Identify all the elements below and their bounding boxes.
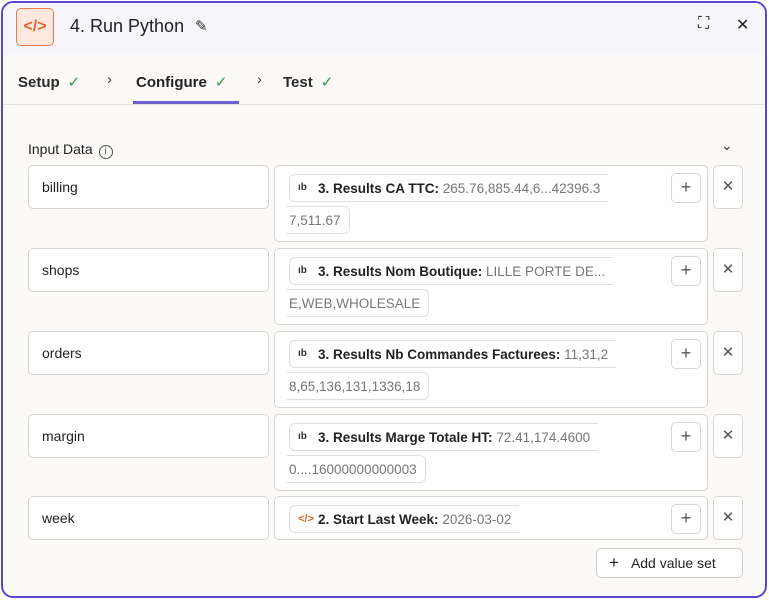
code-icon: </> bbox=[16, 8, 54, 46]
pill-step-label: 2. Start Last Week: bbox=[318, 512, 439, 527]
input-value-field[interactable]: ıb 3. Results Nb Commandes Facturees: 11… bbox=[274, 331, 708, 408]
input-key-field[interactable]: shops bbox=[28, 248, 269, 292]
mapped-field-pill[interactable]: </> 2. Start Last Week: 2026-03-02 bbox=[289, 505, 520, 533]
input-value-field[interactable]: ıb 3. Results Marge Totale HT: 72.41,174… bbox=[274, 414, 708, 491]
panel-header: </> 4. Run Python ✎ ⛶ ✕ bbox=[3, 3, 765, 55]
insert-data-button[interactable]: + bbox=[671, 256, 701, 286]
input-value-field[interactable]: ıb 3. Results Nom Boutique: LILLE PORTE … bbox=[274, 248, 708, 325]
close-icon[interactable]: ✕ bbox=[736, 15, 749, 35]
remove-row-button[interactable]: ✕ bbox=[713, 165, 743, 209]
input-value-field[interactable]: ıb 3. Results CA TTC: 265.76,885.44,6...… bbox=[274, 165, 708, 242]
chevron-down-icon[interactable]: ⌄ bbox=[721, 137, 733, 154]
pill-step-label: 3. Results Marge Totale HT: bbox=[318, 430, 493, 445]
mapped-field-pill[interactable]: ıb 3. Results CA TTC: 265.76,885.44,6...… bbox=[289, 174, 609, 202]
formatter-icon: ıb bbox=[298, 431, 307, 442]
pill-value: 11,31,2 bbox=[564, 347, 609, 362]
insert-data-button[interactable]: + bbox=[671, 339, 701, 369]
input-data-label: Input Data i bbox=[28, 141, 113, 159]
pill-value: 265.76,885.44,6...42396.3 bbox=[442, 181, 601, 196]
plus-icon: + bbox=[609, 553, 619, 572]
add-value-set-button[interactable]: + Add value set bbox=[596, 548, 743, 578]
mapped-field-pill-continued[interactable]: 8,65,136,131,1336,18 bbox=[287, 372, 430, 400]
insert-data-button[interactable]: + bbox=[671, 422, 701, 452]
input-key-field[interactable]: billing bbox=[28, 165, 269, 209]
pill-value: 72.41,174.4600 bbox=[496, 430, 591, 445]
remove-row-button[interactable]: ✕ bbox=[713, 496, 743, 540]
chevron-right-icon: › bbox=[257, 71, 262, 88]
insert-data-button[interactable]: + bbox=[671, 504, 701, 534]
input-key-field[interactable]: margin bbox=[28, 414, 269, 458]
check-icon: ✓ bbox=[67, 74, 81, 91]
input-key-field[interactable]: orders bbox=[28, 331, 269, 375]
formatter-icon: ıb bbox=[298, 348, 307, 359]
tab-test[interactable]: Test ✓ bbox=[283, 73, 333, 91]
mapped-field-pill-continued[interactable]: E,WEB,WHOLESALE bbox=[287, 289, 430, 317]
formatter-icon: ıb bbox=[298, 265, 307, 276]
step-title: 4. Run Python bbox=[70, 16, 185, 36]
mapped-field-pill[interactable]: ıb 3. Results Nb Commandes Facturees: 11… bbox=[289, 340, 617, 368]
pill-step-label: 3. Results Nom Boutique: bbox=[318, 264, 483, 279]
check-icon: ✓ bbox=[320, 74, 334, 91]
step-tabs: Setup ✓ › Configure ✓ › Test ✓ bbox=[3, 55, 765, 105]
mapped-field-pill[interactable]: ıb 3. Results Nom Boutique: LILLE PORTE … bbox=[289, 257, 614, 285]
check-icon: ✓ bbox=[214, 74, 228, 91]
run-python-panel: </> 4. Run Python ✎ ⛶ ✕ Setup ✓ › Configu… bbox=[1, 1, 767, 598]
remove-row-button[interactable]: ✕ bbox=[713, 331, 743, 375]
pill-value: LILLE PORTE DE... bbox=[486, 264, 606, 279]
insert-data-button[interactable]: + bbox=[671, 173, 701, 203]
mapped-field-pill-continued[interactable]: 0....16000000000003 bbox=[287, 455, 426, 483]
expand-icon[interactable]: ⛶ bbox=[698, 15, 709, 33]
tab-setup[interactable]: Setup ✓ bbox=[18, 73, 80, 91]
mapped-field-pill[interactable]: ıb 3. Results Marge Totale HT: 72.41,174… bbox=[289, 423, 599, 451]
mapped-field-pill-continued[interactable]: 7,511.67 bbox=[287, 206, 350, 234]
code-icon: </> bbox=[298, 513, 314, 525]
input-key-field[interactable]: week bbox=[28, 496, 269, 540]
active-tab-indicator bbox=[133, 101, 239, 104]
chevron-right-icon: › bbox=[107, 71, 112, 88]
formatter-icon: ıb bbox=[298, 182, 307, 193]
input-value-field[interactable]: </> 2. Start Last Week: 2026-03-02 + bbox=[274, 496, 708, 540]
info-icon[interactable]: i bbox=[98, 145, 113, 159]
edit-title-pencil-icon[interactable]: ✎ bbox=[195, 17, 208, 35]
pill-value: 2026-03-02 bbox=[442, 512, 512, 527]
pill-step-label: 3. Results CA TTC: bbox=[318, 181, 440, 196]
remove-row-button[interactable]: ✕ bbox=[713, 248, 743, 292]
remove-row-button[interactable]: ✕ bbox=[713, 414, 743, 458]
pill-step-label: 3. Results Nb Commandes Facturees: bbox=[318, 347, 561, 362]
tab-configure[interactable]: Configure ✓ bbox=[136, 73, 227, 91]
